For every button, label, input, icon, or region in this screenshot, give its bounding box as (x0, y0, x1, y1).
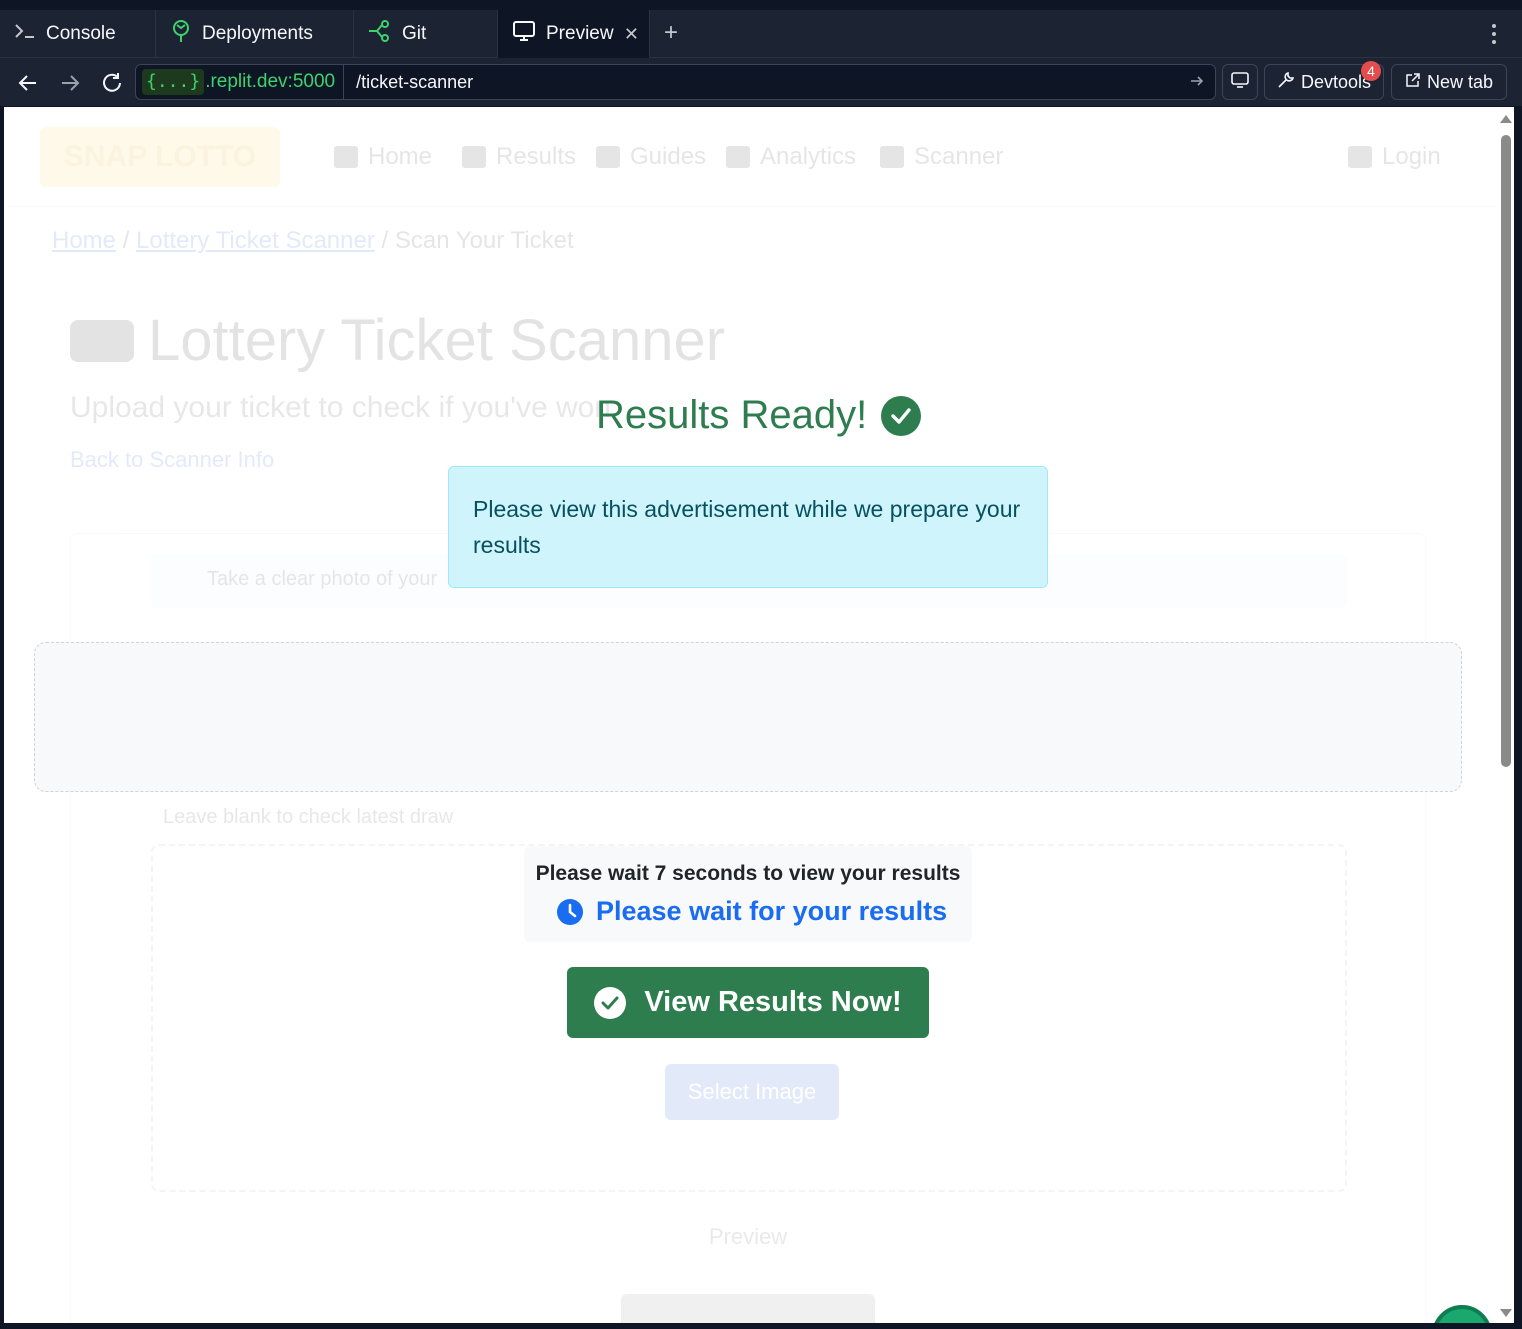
app-window: Console Deployments Git Preview ✕ + {...… (0, 0, 1522, 1329)
monitor-icon (512, 20, 536, 48)
git-icon (368, 20, 392, 48)
back-arrow-icon[interactable] (15, 70, 41, 96)
deployments-icon (170, 19, 192, 49)
url-host: .replit.dev:5000 (205, 71, 336, 92)
ad-notice-alert: Please view this advertisement while we … (448, 466, 1048, 588)
reload-icon[interactable] (99, 70, 125, 96)
scroll-down-arrow-icon[interactable] (1500, 1309, 1512, 1317)
preview-toolbar: {...} .replit.dev:5000 /ticket-scanner D… (0, 58, 1522, 106)
wrench-icon (1277, 71, 1295, 94)
clock-icon (556, 898, 584, 926)
tab-label: Deployments (202, 23, 313, 44)
close-tab-icon[interactable]: ✕ (624, 24, 639, 45)
scrollbar-thumb[interactable] (1501, 135, 1511, 767)
devtools-error-badge: 4 (1361, 61, 1381, 81)
check-circle-icon (594, 986, 627, 1019)
advertisement-slot[interactable] (34, 642, 1462, 792)
go-arrow-icon[interactable] (1189, 73, 1205, 94)
devtools-button[interactable]: Devtools 4 (1264, 61, 1384, 100)
external-link-icon (1405, 72, 1421, 93)
url-badge: {...} (142, 69, 205, 95)
tab-preview[interactable]: Preview ✕ (498, 10, 650, 58)
results-modal: Results Ready! Please view this advertis… (4, 107, 1496, 1323)
terminal-icon (14, 23, 36, 45)
new-tab-label: New tab (1426, 71, 1494, 92)
modal-title: Results Ready! (596, 393, 922, 438)
scroll-up-arrow-icon[interactable] (1500, 115, 1512, 123)
wait-status: Please wait for your results (556, 896, 947, 927)
tab-label: Console (46, 23, 116, 44)
tab-deployments[interactable]: Deployments (156, 10, 354, 58)
more-options-icon[interactable] (1492, 24, 1496, 44)
tab-git[interactable]: Git (354, 10, 498, 58)
tab-label: Preview (546, 23, 614, 44)
view-results-label: View Results Now! (644, 986, 902, 1018)
devtools-label: Devtools (1300, 71, 1372, 92)
add-tab-icon[interactable]: + (664, 21, 678, 45)
check-circle-icon (881, 395, 922, 436)
preview-viewport: SNAP LOTTO Home Results Guides Analytics… (4, 107, 1514, 1323)
tab-label: Git (402, 23, 427, 44)
url-path[interactable]: /ticket-scanner (356, 72, 473, 93)
monitor-icon (1231, 71, 1249, 93)
tab-console[interactable]: Console (0, 10, 156, 58)
new-tab-button[interactable]: New tab (1391, 64, 1507, 100)
wait-panel: Please wait 7 seconds to view your resul… (524, 846, 972, 942)
wait-countdown-text: Please wait 7 seconds to view your resul… (535, 862, 961, 885)
url-divider (343, 64, 345, 100)
vertical-scrollbar[interactable] (1496, 107, 1514, 1323)
workspace-tab-bar: Console Deployments Git Preview ✕ + (0, 10, 1522, 58)
forward-arrow-icon[interactable] (57, 70, 83, 96)
device-preview-button[interactable] (1222, 64, 1258, 100)
view-results-button[interactable]: View Results Now! (567, 967, 929, 1038)
url-bar[interactable]: {...} .replit.dev:5000 /ticket-scanner (135, 64, 1216, 100)
